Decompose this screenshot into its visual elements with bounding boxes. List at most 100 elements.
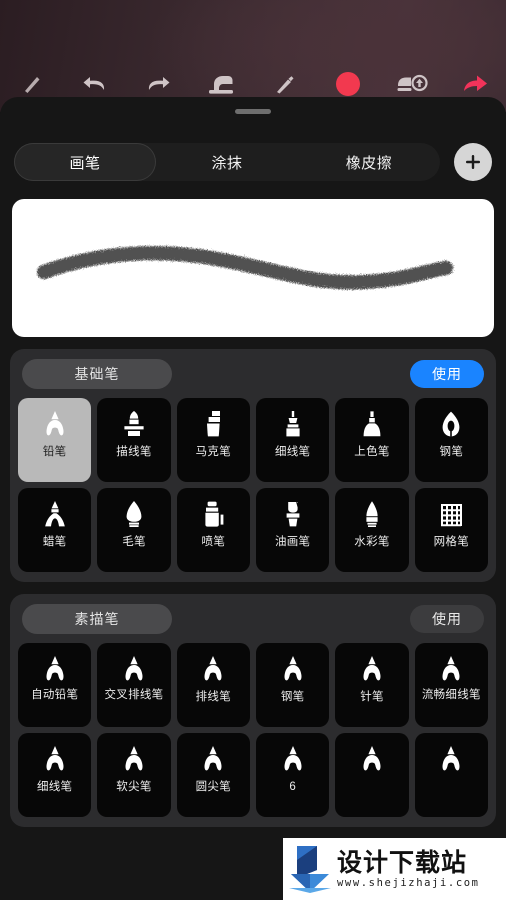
colorpen-icon [358,407,386,441]
brush-label: 软尖笔 [116,781,152,793]
brush-tile[interactable]: 毛笔 [97,488,171,572]
pencil-icon [41,652,69,686]
marker-icon [199,407,227,441]
pencil-icon [437,652,465,686]
brush-tile[interactable]: 喷笔 [176,488,250,572]
brush-label: 排线笔 [195,691,232,703]
brush-picker-screen: 画笔 涂抹 橡皮擦 基础笔 使用 铅笔 描线笔 马克笔 细线笔 上色笔 钢笔 蜡… [0,0,506,900]
brush-label: 钢笔 [439,446,464,458]
brush-tile[interactable]: 圆尖笔 [176,733,250,817]
brush-tile[interactable]: 钢笔 [256,643,330,727]
fineliner-icon [279,407,307,441]
brush-section-0: 基础笔 使用铅笔 描线笔 马克笔 细线笔 上色笔 钢笔蜡笔 毛笔 喷笔 油画笔 水彩笔 网格笔 [10,349,496,582]
brush-sheet: 画笔 涂抹 橡皮擦 基础笔 使用 铅笔 描线笔 马克笔 细线笔 上色笔 钢笔 蜡… [0,97,506,900]
pencil-icon [120,652,148,686]
tab-2[interactable]: 橡皮擦 [298,143,440,181]
brush-label: 流畅细线笔 [421,689,481,701]
watercolor-icon [358,497,386,531]
brush-label: 油画笔 [274,536,311,548]
pencil-icon [279,742,307,776]
pencil-icon [41,742,69,776]
section-title-0[interactable]: 基础笔 [22,359,172,389]
pen-icon [272,71,298,97]
brush-label: 钢笔 [280,691,305,703]
brush-label: 喷笔 [201,536,226,548]
liner-icon [120,407,148,441]
layers-upload-icon [394,71,428,97]
brush-sections: 基础笔 使用 铅笔 描线笔 马克笔 细线笔 上色笔 钢笔 蜡笔 毛笔 喷笔 油画笔 水彩笔 网格笔 素描笔使… [0,349,506,900]
brush-label: 细线笔 [36,781,73,793]
brush-label: 蜡笔 [42,536,67,548]
brush-label: 描线笔 [116,446,152,458]
pencil-icon [358,742,386,776]
preview-stroke [36,245,454,290]
brush-label: 圆尖笔 [195,781,232,793]
pencil-icon [41,407,69,441]
brush-tile[interactable]: 描线笔 [97,398,171,482]
pencil-icon [437,742,465,776]
pencil-icon [279,652,307,686]
brush-tile[interactable]: 排线笔 [176,643,250,727]
crayon-icon [41,497,69,531]
tab-row: 画笔 涂抹 橡皮擦 [0,137,506,187]
brush-tile[interactable]: 铅笔 [18,398,92,482]
brush-tile[interactable]: 针笔 [335,643,409,727]
brush-tile[interactable]: 钢笔 [414,398,488,482]
eraser-icon [205,71,237,97]
brush-tile[interactable]: 流畅细线笔 [414,643,488,727]
tab-group: 画笔 涂抹 橡皮擦 [14,143,440,181]
section-header-1: 素描笔 使用 [18,604,488,634]
brush-tile[interactable]: 油画笔 [256,488,330,572]
brush-label: 网格笔 [433,536,470,548]
brush-tile[interactable]: 细线笔 [18,733,92,817]
plus-icon [466,155,480,169]
brush-tile[interactable] [335,733,409,817]
brush-preview [12,199,494,337]
pencil-icon [199,652,227,686]
brush-label: 针笔 [360,691,384,703]
section-header-0: 基础笔 使用 [18,359,488,389]
brush-label: 细线笔 [274,446,311,458]
add-brush-button[interactable] [454,143,492,181]
section-title-1[interactable]: 素描笔 [22,604,172,634]
pencil-icon [199,742,227,776]
brush-grid-0: 铅笔 描线笔 马克笔 细线笔 上色笔 钢笔蜡笔 毛笔 喷笔 油画笔 水彩笔 网格笔 [18,398,488,572]
sheet-grabber[interactable] [235,109,271,114]
brush-label: 水彩笔 [354,536,390,548]
brush-tile[interactable]: 网格笔 [414,488,488,572]
brush-tile[interactable] [414,733,488,817]
brush-tile[interactable]: 蜡笔 [18,488,92,572]
share-icon [458,71,490,97]
brush-section-1: 素描笔 使用自动铅笔 交叉排线笔 排线笔 钢笔 针笔 流畅细线笔细线笔 软尖笔 圆尖笔 6 [10,594,496,827]
brush-tile[interactable]: 水彩笔 [335,488,409,572]
brush-tile[interactable]: 细线笔 [256,398,330,482]
brush-label: 交叉排线笔 [104,689,164,701]
brush-label: 自动铅笔 [31,689,79,701]
brush-tile[interactable]: 软尖笔 [97,733,171,817]
brush-tile[interactable]: 6 [256,733,330,817]
brush-grid-1: 自动铅笔 交叉排线笔 排线笔 钢笔 针笔 流畅细线笔细线笔 软尖笔 圆尖笔 6 [18,643,488,817]
brush-label: 上色笔 [354,446,390,458]
oilbrush-icon [279,497,307,531]
pencil-icon [120,742,148,776]
tab-0[interactable]: 画笔 [14,143,156,181]
brush-tile[interactable]: 马克笔 [176,398,250,482]
color-swatch-icon [333,69,363,99]
brush-tile[interactable]: 自动铅笔 [18,643,92,727]
redo-icon [143,71,173,97]
brush-tile[interactable]: 交叉排线笔 [97,643,171,727]
airbrush-icon [199,497,227,531]
brush-label: 6 [289,781,297,793]
brush-tile[interactable]: 上色笔 [335,398,409,482]
nib-icon [437,407,465,441]
brush-label: 毛笔 [122,536,146,548]
brushpen-icon [120,497,148,531]
use-button-0[interactable]: 使用 [410,360,484,388]
brush-label: 铅笔 [42,446,67,458]
brush-label: 马克笔 [195,446,232,458]
pencil-icon [358,652,386,686]
use-button-1[interactable]: 使用 [410,605,484,633]
grid-icon [437,497,465,531]
tab-1[interactable]: 涂抹 [156,143,298,181]
undo-icon [80,71,110,97]
